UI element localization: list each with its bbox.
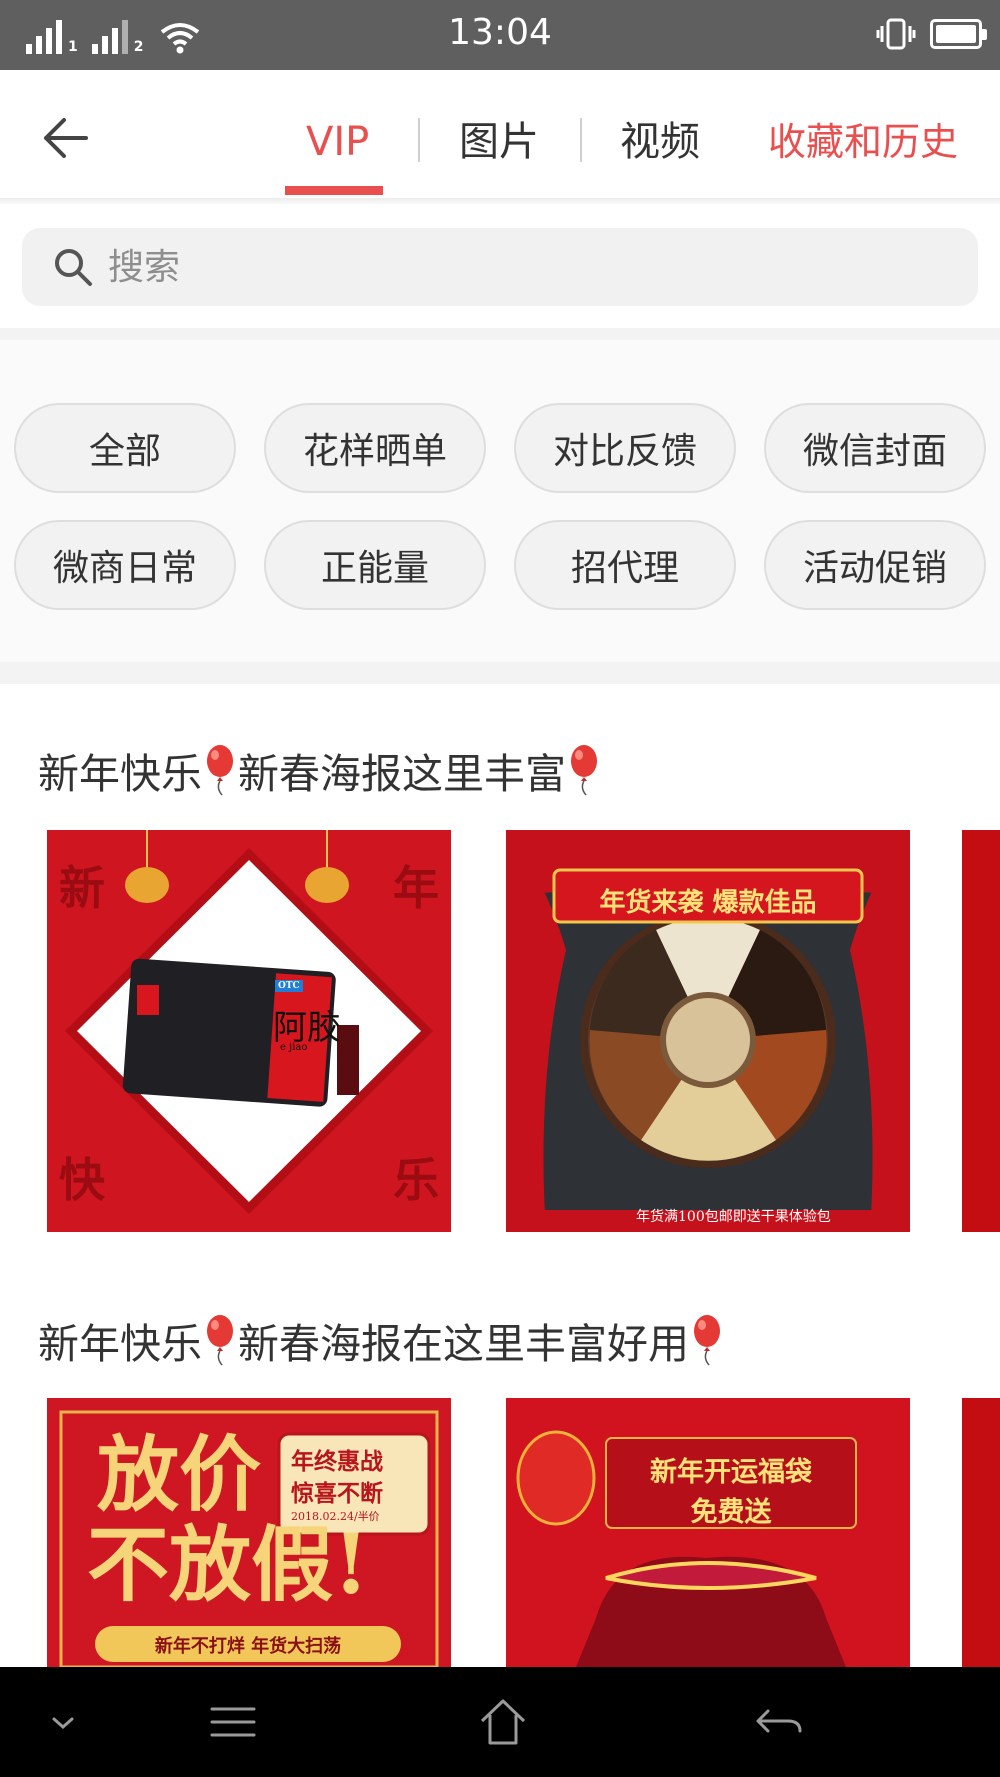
section-title-part: 新年快乐 (38, 1320, 202, 1368)
chip-positive-energy[interactable]: 正能量 (264, 520, 486, 610)
active-tab-indicator (285, 186, 383, 195)
home-icon[interactable] (470, 1689, 536, 1755)
corner-char: 新 (59, 861, 105, 915)
status-time: 13:04 (448, 12, 552, 53)
poster-card-partial[interactable] (962, 1398, 1000, 1667)
collapse-icon[interactable] (30, 1689, 96, 1755)
favorites-history-link[interactable]: 收藏和历史 (768, 116, 958, 168)
search-icon (55, 249, 92, 286)
section-divider (0, 328, 1000, 340)
section-divider (0, 662, 1000, 684)
lucky-bag-banner-1: 新年开运福袋 (650, 1457, 812, 1488)
chip-recruit-agents[interactable]: 招代理 (514, 520, 736, 610)
section-title-part: 新春海报在这里丰富好用 (238, 1320, 689, 1368)
menu-icon[interactable] (200, 1689, 266, 1755)
poster-lucky-bag-art (506, 1398, 910, 1667)
sale-headline-1: 放价 (97, 1427, 262, 1523)
sale-stamp-2: 惊喜不断 (291, 1480, 383, 1507)
poster-footer: 年货满100包邮即送干果体验包 (636, 1209, 831, 1225)
balloon-icon (694, 1315, 720, 1366)
vibrate-icon (876, 18, 916, 50)
corner-char: 年 (393, 861, 439, 915)
poster-card-sale[interactable]: 放价 不放假! 年终惠战 惊喜不断 2018.02.24/半价 新年不打烊 年货… (47, 1398, 451, 1667)
search-bar[interactable] (22, 228, 978, 306)
chip-promotions[interactable]: 活动促销 (764, 520, 986, 610)
search-input[interactable] (108, 238, 928, 296)
poster-card-partial[interactable] (962, 830, 1000, 1232)
balloon-icon (207, 1315, 233, 1366)
poster-card-nuts[interactable]: 年货来袭 爆款佳品 年货满100包邮即送干果体验包 (506, 830, 910, 1232)
back-icon[interactable] (746, 1689, 812, 1755)
battery-level (936, 25, 976, 43)
battery-icon (930, 19, 987, 49)
chip-all[interactable]: 全部 (14, 403, 236, 493)
balloon-icon (207, 745, 233, 796)
tab-vip[interactable]: VIP (306, 114, 369, 170)
system-nav-bar (0, 1667, 1000, 1777)
top-nav: VIP 图片 视频 收藏和历史 (0, 70, 1000, 198)
chip-comparison[interactable]: 对比反馈 (514, 403, 736, 493)
tab-divider (580, 118, 582, 162)
tab-images[interactable]: 图片 (459, 114, 539, 170)
section-title: 新年快乐 新春海报这里丰富 (38, 740, 600, 800)
tab-divider (418, 118, 420, 162)
section-title: 新年快乐 新春海报在这里丰富好用 (38, 1310, 723, 1370)
chip-showcase[interactable]: 花样晒单 (264, 403, 486, 493)
section-title-part: 新春海报这里丰富 (238, 750, 566, 798)
poster-card-ejiao[interactable]: 新 年 快 乐 OTC 阿胶 e jiao (47, 830, 451, 1232)
poster-banner: 年货来袭 爆款佳品 (599, 888, 817, 918)
chip-wechat-cover[interactable]: 微信封面 (764, 403, 986, 493)
product-sub: e jiao (280, 1042, 308, 1053)
lucky-bag-banner-2: 免费送 (690, 1497, 772, 1528)
sale-headline-2: 不放假! (87, 1517, 369, 1613)
tab-videos[interactable]: 视频 (620, 114, 700, 170)
back-arrow-icon[interactable] (36, 108, 96, 168)
search-area (0, 204, 1000, 328)
sale-stamp-1: 年终惠战 (291, 1448, 383, 1475)
category-chips: 全部 花样晒单 对比反馈 微信封面 微商日常 正能量 招代理 活动促销 (0, 340, 1000, 662)
section-title-part: 新年快乐 (38, 750, 202, 798)
status-bar: 1 2 13:04 (0, 0, 1000, 70)
sale-ribbon: 新年不打烊 年货大扫荡 (154, 1636, 342, 1657)
sale-stamp-date: 2018.02.24/半价 (291, 1510, 380, 1523)
status-right (876, 16, 987, 52)
poster-card-lucky-bag[interactable]: 新年开运福袋 免费送 (506, 1398, 910, 1667)
otc-badge: OTC (275, 980, 303, 992)
poster-ejiao-art (47, 830, 451, 1232)
corner-char: 快 (59, 1153, 105, 1207)
corner-char: 乐 (393, 1153, 439, 1207)
balloon-icon (571, 745, 597, 796)
chip-daily[interactable]: 微商日常 (14, 520, 236, 610)
